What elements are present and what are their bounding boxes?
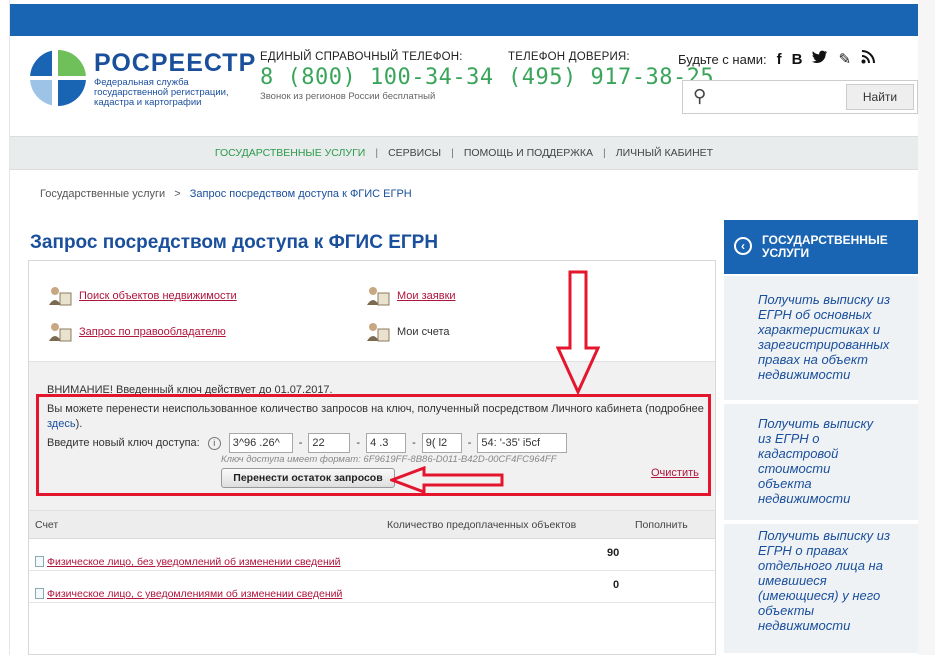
link-holder-request-row: Запрос по правообладателю — [47, 321, 226, 343]
prepaid-count: 90 — [607, 547, 620, 559]
search-box: ⚲ Найти — [682, 80, 918, 114]
prepaid-count: 0 — [613, 579, 620, 591]
top-bar — [10, 0, 918, 36]
document-icon — [35, 588, 44, 599]
link-my-accounts-row: Мои счета — [365, 321, 450, 343]
page-title: Запрос посредством доступа к ФГИС ЕГРН — [30, 232, 439, 253]
nav-item-help[interactable]: ПОМОЩЬ И ПОДДЕРЖКА — [464, 147, 593, 159]
nav-separator: | — [375, 147, 379, 159]
main-nav: ГОСУДАРСТВЕННЫЕ УСЛУГИ | СЕРВИСЫ | ПОМОЩ… — [10, 136, 918, 170]
user-icon — [49, 287, 72, 306]
hotline-block: ЕДИНЫЙ СПРАВОЧНЫЙ ТЕЛЕФОН: 8 (800) 100-3… — [260, 51, 494, 102]
brand-block: РОСРЕЕСТР Федеральная служба государстве… — [94, 50, 256, 108]
sidebar-item-label: Получить выписку из ЕГРН о правах отдель… — [758, 528, 891, 633]
brand-subtitle: Федеральная служба государственной регис… — [94, 77, 229, 108]
breadcrumb: Государственные услуги > Запрос посредст… — [40, 188, 412, 200]
account-link[interactable]: Физическое лицо, с уведомлениями об изме… — [47, 588, 342, 600]
hotline-note: Звонок из регионов России бесплатный — [260, 91, 436, 102]
rosreestr-logo[interactable] — [28, 48, 88, 108]
chevron-left-icon[interactable]: ‹ — [734, 237, 752, 255]
sidebar-header[interactable]: ‹ ГОСУДАРСТВЕННЫЕ УСЛУГИ — [724, 220, 918, 274]
site-header: РОСРЕЕСТР Федеральная служба государстве… — [10, 36, 918, 130]
window-frame-left — [0, 0, 10, 655]
breadcrumb-root[interactable]: Государственные услуги — [40, 188, 165, 200]
vk-icon[interactable]: B — [792, 51, 803, 68]
rss-icon[interactable] — [861, 50, 876, 68]
brand-name: РОСРЕЕСТР — [94, 49, 257, 77]
document-icon — [35, 556, 44, 567]
link-holder-request[interactable]: Запрос по правообладателю — [79, 326, 226, 338]
annotation-highlight-box — [36, 394, 711, 496]
table-row: Физическое лицо, без уведомлений об изме… — [29, 541, 715, 571]
user-icon — [49, 323, 72, 342]
action-links: Поиск объектов недвижимости Мои заявки З… — [29, 261, 715, 361]
link-search-objects[interactable]: Поиск объектов недвижимости — [79, 290, 237, 302]
breadcrumb-current[interactable]: Запрос посредством доступа к ФГИС ЕГРН — [190, 188, 412, 200]
link-my-requests-row: Мои заявки — [365, 285, 456, 307]
sidebar-item-extract-main[interactable]: Получить выписку из ЕГРН об основных хар… — [724, 276, 918, 402]
user-icon — [367, 287, 390, 306]
col-account: Счет — [35, 519, 59, 531]
col-topup: Пополнить — [635, 519, 688, 531]
nav-separator: | — [603, 147, 606, 159]
search-icon: ⚲ — [693, 86, 707, 106]
twitter-icon[interactable] — [812, 50, 828, 68]
nav-item-cabinet[interactable]: ЛИЧНЫЙ КАБИНЕТ — [616, 147, 713, 159]
accounts-table-header: Счет Количество предоплаченных объектов … — [29, 511, 715, 539]
blog-icon[interactable]: ✎ — [838, 50, 851, 68]
user-icon — [367, 323, 390, 342]
col-prepaid-count: Количество предоплаченных объектов — [387, 519, 577, 531]
account-link[interactable]: Физическое лицо, без уведомлений об изме… — [47, 556, 341, 568]
sidebar-item-extract-cadastral[interactable]: Получить выписку из ЕГРН о кадастровой с… — [724, 404, 918, 522]
annotation-arrow-left-icon — [390, 466, 504, 494]
hotline-number: 8 (800) 100-34-34 — [260, 65, 494, 90]
annotation-arrow-down-icon — [556, 270, 600, 396]
social-label: Будьте с нами: — [678, 51, 767, 67]
search-button[interactable]: Найти — [846, 84, 914, 110]
search-input[interactable] — [717, 86, 837, 108]
link-my-requests[interactable]: Мои заявки — [397, 290, 456, 302]
breadcrumb-separator: > — [174, 188, 181, 200]
nav-item-gov-services[interactable]: ГОСУДАРСТВЕННЫЕ УСЛУГИ — [215, 147, 365, 159]
nav-separator: | — [451, 147, 454, 159]
link-search-objects-row: Поиск объектов недвижимости — [47, 285, 237, 307]
link-my-accounts[interactable]: Мои счета — [397, 326, 450, 338]
sidebar-item-label: Получить выписку из ЕГРН об основных хар… — [758, 292, 891, 382]
table-row: Физическое лицо, с уведомлениями об изме… — [29, 573, 715, 603]
sidebar-item-label: Получить выписку из ЕГРН о кадастровой с… — [758, 416, 874, 506]
facebook-icon[interactable]: f — [777, 51, 782, 68]
sidebar-title: ГОСУДАРСТВЕННЫЕ УСЛУГИ — [762, 233, 888, 260]
sidebar-item-extract-rights[interactable]: Получить выписку из ЕГРН о правах отдель… — [724, 524, 918, 655]
social-bar: Будьте с нами: f B ✎ — [678, 50, 876, 68]
hotline-label: ЕДИНЫЙ СПРАВОЧНЫЙ ТЕЛЕФОН: — [260, 51, 463, 63]
nav-item-services[interactable]: СЕРВИСЫ — [388, 147, 441, 159]
window-scroll-gutter[interactable] — [918, 0, 935, 655]
